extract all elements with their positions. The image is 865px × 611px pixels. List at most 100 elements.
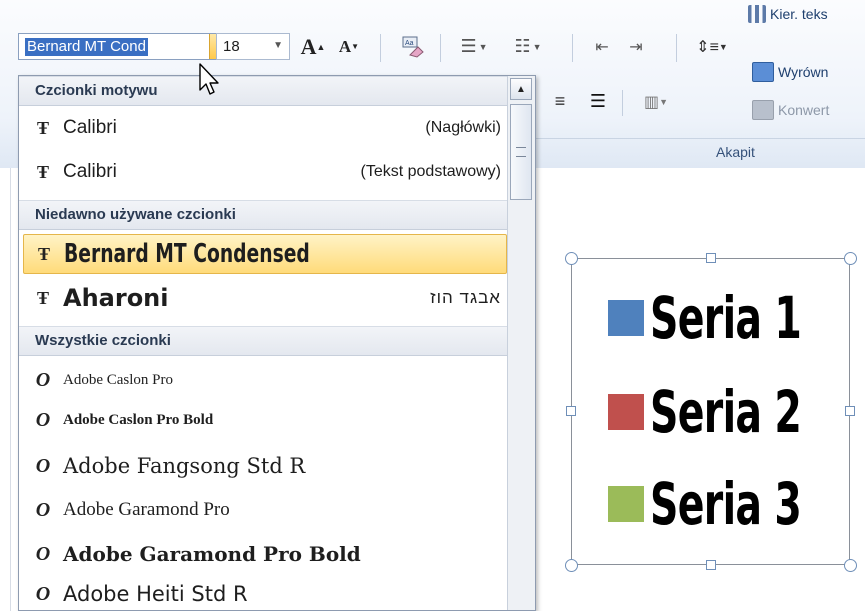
justify-button[interactable]: ☰ (584, 88, 612, 115)
caret-down-icon: ▼ (351, 42, 360, 51)
truetype-font-icon: Ŧ (36, 117, 49, 138)
bullets-button[interactable]: ☰ ▼ (456, 33, 492, 60)
legend-item: Seria 2 (608, 378, 865, 446)
opentype-font-icon: O (35, 454, 51, 477)
font-item-adobe-garamond-pro-bold[interactable]: O Adobe Garamond Pro Bold (23, 534, 507, 574)
font-item-adobe-garamond-pro[interactable]: O Adobe Garamond Pro (23, 490, 507, 530)
chevron-down-icon: ▼ (659, 96, 669, 107)
text-direction-icon (748, 5, 766, 23)
legend-swatch (608, 300, 644, 336)
align-text-button[interactable]: Wyrówn (752, 62, 828, 82)
font-dropdown-list[interactable]: Czcionki motywu Ŧ Calibri (Nagłówki) Ŧ C… (18, 75, 536, 611)
grow-font-button[interactable]: A ▲ (296, 33, 330, 60)
separator (380, 34, 381, 62)
legend-label: Seria 1 (650, 284, 802, 352)
font-item-calibri-headings[interactable]: Ŧ Calibri (Nagłówki) (23, 108, 507, 148)
truetype-font-icon: Ŧ (36, 161, 49, 182)
legend-item: Seria 3 (608, 470, 865, 538)
group-divider (536, 138, 865, 139)
section-header-recent-fonts: Niedawno używane czcionki (19, 200, 507, 230)
chevron-down-icon: ▼ (478, 41, 488, 52)
resize-handle-bottom-left[interactable] (565, 559, 578, 572)
section-header-all-fonts: Wszystkie czcionki (19, 326, 507, 356)
font-item-adobe-fangsong-std-r[interactable]: O Adobe Fangsong Std R (23, 446, 507, 486)
font-item-hint: אבגד הוז (430, 288, 501, 307)
shrink-font-button[interactable]: A ▼ (334, 33, 364, 60)
chevron-down-icon[interactable]: ▼ (273, 40, 283, 51)
truetype-font-icon: Ŧ (37, 243, 50, 264)
resize-handle-left[interactable] (566, 406, 576, 416)
bullet-list-icon: ☰ (460, 36, 477, 56)
text-direction-label: Kier. teks (770, 6, 828, 22)
resize-handle-top-left[interactable] (565, 252, 578, 265)
font-item-name: Calibri (63, 117, 117, 138)
indent-icon: ⇥ (629, 38, 643, 56)
outdent-icon: ⇤ (595, 38, 609, 56)
legend-swatch (608, 394, 644, 430)
opentype-font-icon: O (35, 582, 51, 605)
grip-icon (516, 147, 526, 157)
vertical-scrollbar[interactable]: ▲ (507, 76, 535, 610)
align-text-icon (752, 62, 774, 82)
columns-button[interactable]: ▥ ▼ (636, 88, 676, 115)
shrink-font-label: A (338, 36, 352, 56)
line-spacing-icon: ⇕≡ (696, 38, 719, 56)
font-size-value[interactable]: 18 (223, 38, 240, 55)
font-item-bernard-mt-condensed[interactable]: Ŧ Bernard MT Condensed (23, 234, 507, 274)
font-item-hint: (Nagłówki) (425, 119, 501, 136)
font-item-adobe-caslon-pro-bold[interactable]: O Adobe Caslon Pro Bold (23, 400, 507, 440)
font-item-name: Adobe Garamond Pro (63, 499, 230, 520)
justify-icon: ☰ (589, 91, 607, 111)
numbered-list-icon: ☷ (514, 36, 531, 56)
columns-icon: ▥ (643, 93, 660, 111)
font-list: Czcionki motywu Ŧ Calibri (Nagłówki) Ŧ C… (19, 76, 507, 610)
slide-pane-edge (0, 168, 11, 611)
increase-indent-button[interactable]: ⇥ (622, 33, 650, 60)
resize-handle-top-right[interactable] (844, 252, 857, 265)
decrease-indent-button[interactable]: ⇤ (588, 33, 616, 60)
font-item-name: Calibri (63, 161, 117, 182)
font-item-name: Adobe Garamond Pro Bold (63, 542, 361, 566)
separator (572, 34, 573, 62)
truetype-font-icon: Ŧ (36, 287, 49, 308)
scroll-thumb[interactable] (510, 104, 532, 200)
svg-text:Aa: Aa (405, 40, 414, 47)
opentype-font-icon: O (35, 498, 51, 521)
font-item-name: Adobe Fangsong Std R (63, 454, 306, 478)
text-direction-button[interactable]: Kier. teks (748, 5, 828, 23)
line-spacing-button[interactable]: ⇕≡ ▼ (692, 33, 732, 60)
eraser-icon: Aa (402, 36, 424, 58)
chevron-down-icon: ▼ (718, 41, 728, 52)
separator (622, 90, 623, 116)
font-name-value[interactable]: Bernard MT Cond (25, 38, 148, 56)
convert-label: Konwert (778, 102, 830, 118)
mouse-pointer-icon (199, 63, 219, 95)
align-right-icon: ≡ (554, 91, 566, 111)
align-right-button[interactable]: ≡ (546, 88, 574, 115)
resize-handle-bottom-right[interactable] (844, 559, 857, 572)
caret-up-icon: ▲ (316, 41, 326, 52)
convert-to-smartart-button[interactable]: Konwert (752, 100, 829, 120)
font-name-combobox[interactable]: Bernard MT Cond ▼ (18, 33, 236, 60)
font-size-combobox[interactable]: 18 ▼ (216, 33, 290, 60)
separator (676, 34, 677, 62)
font-item-adobe-heiti-std-r[interactable]: O Adobe Heiti Std R (23, 574, 507, 610)
opentype-font-icon: O (35, 542, 51, 565)
paragraph-group-label: Akapit (716, 144, 755, 160)
grow-font-label: A (300, 33, 317, 59)
align-text-label: Wyrówn (778, 64, 829, 80)
resize-handle-bottom[interactable] (706, 560, 716, 570)
font-item-aharoni[interactable]: Ŧ Aharoni אבגד הוז (23, 278, 507, 318)
legend-item: Seria 1 (608, 284, 865, 352)
smartart-icon (752, 100, 774, 120)
font-item-calibri-body[interactable]: Ŧ Calibri (Tekst podstawowy) (23, 152, 507, 192)
scroll-up-button[interactable]: ▲ (510, 78, 532, 100)
legend-swatch (608, 486, 644, 522)
legend-label: Seria 2 (650, 378, 802, 446)
clear-formatting-button[interactable]: Aa (396, 33, 430, 60)
section-header-theme-fonts: Czcionki motywu (19, 76, 507, 106)
resize-handle-top[interactable] (706, 253, 716, 263)
numbering-button[interactable]: ☷ ▼ (510, 33, 546, 60)
font-item-adobe-caslon-pro[interactable]: O Adobe Caslon Pro (23, 360, 507, 400)
opentype-font-icon: O (35, 368, 51, 391)
